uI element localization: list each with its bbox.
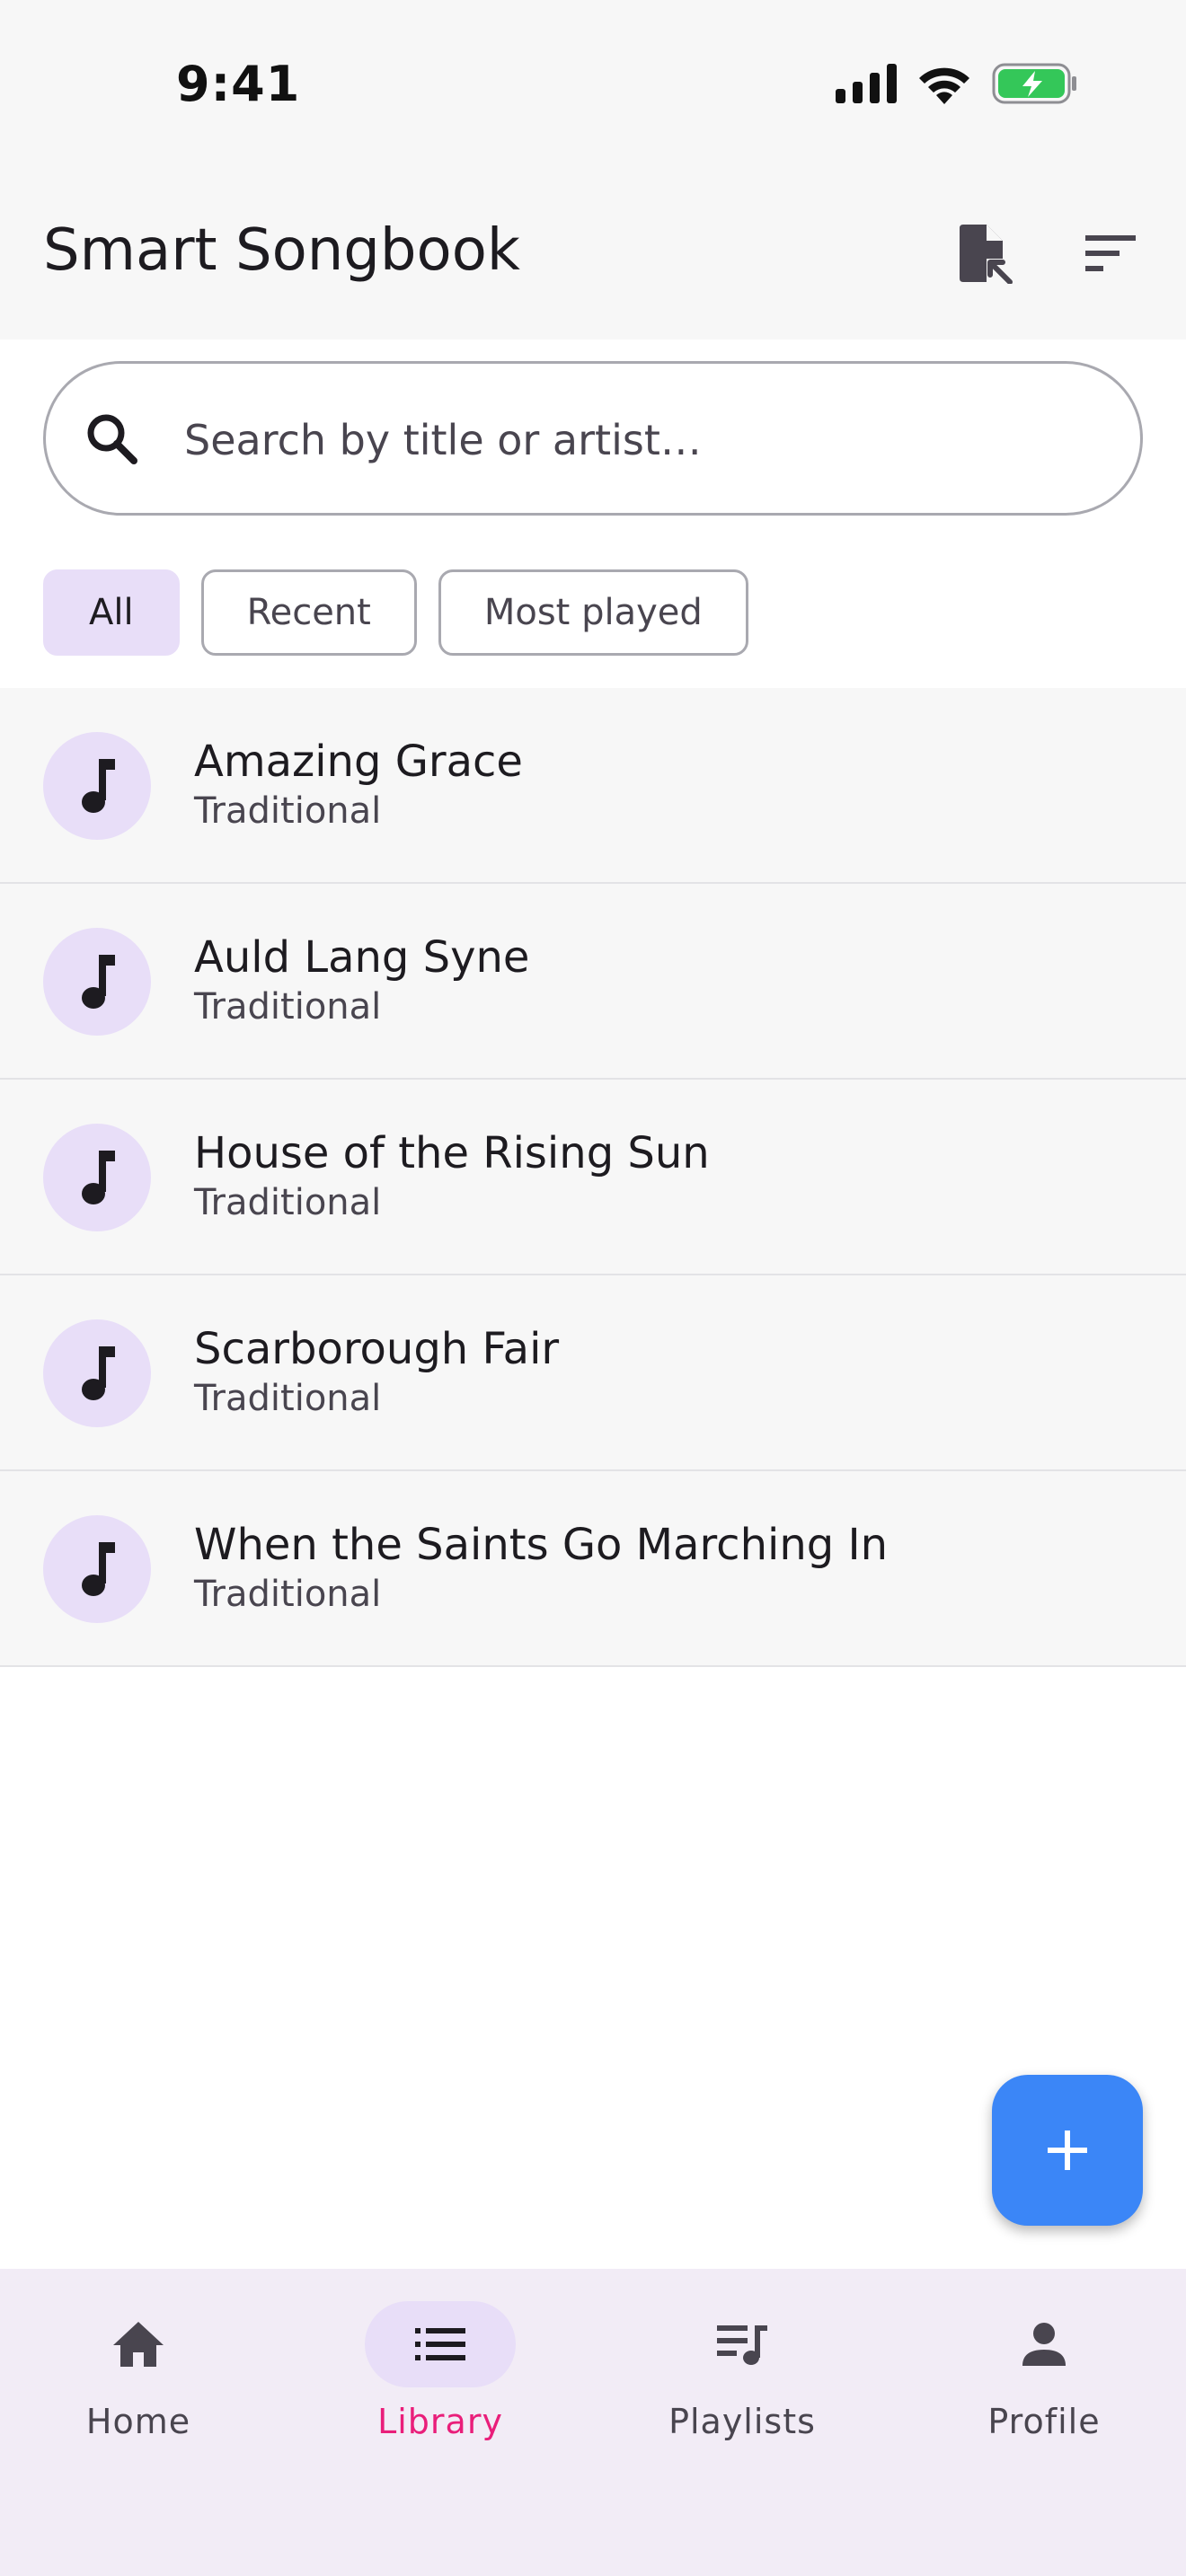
filter-chips: All Recent Most played [43,569,748,656]
song-artist: Traditional [194,1378,382,1419]
list-item[interactable]: Scarborough Fair Traditional [0,1275,1186,1471]
song-artist: Traditional [194,790,382,832]
file-import-icon [960,225,1013,284]
bottom-navigation: Home Library Playlists Profile [0,2269,1186,2576]
nav-label: Playlists [668,2402,816,2441]
home-icon [113,2322,164,2367]
song-artist: Traditional [194,1574,382,1615]
import-file-button[interactable] [942,210,1028,296]
status-icons [836,63,1078,104]
list-item[interactable]: Auld Lang Syne Traditional [0,884,1186,1080]
wifi-icon [919,67,969,104]
nav-indicator [667,2301,818,2387]
search-input[interactable] [184,400,1083,481]
sort-icon [1085,235,1136,271]
music-note-icon [82,759,115,813]
song-title: Scarborough Fair [194,1324,560,1374]
song-title: House of the Rising Sun [194,1128,710,1178]
music-note-icon [82,955,115,1009]
nav-indicator [365,2301,516,2387]
nav-item-library[interactable]: Library [323,2301,557,2481]
song-avatar [43,732,151,840]
music-note-icon [82,1151,115,1204]
signal-icon [836,64,897,103]
music-note-icon [82,1346,115,1400]
song-artist: Traditional [194,1182,382,1223]
list-item[interactable]: Amazing Grace Traditional [0,688,1186,884]
song-avatar [43,928,151,1036]
nav-item-profile[interactable]: Profile [927,2301,1161,2481]
search-icon [87,414,137,464]
list-item[interactable]: When the Saints Go Marching In Tradition… [0,1471,1186,1667]
list-icon [415,2328,465,2360]
music-note-icon [82,1542,115,1596]
filter-chip-all[interactable]: All [43,569,180,656]
song-avatar [43,1124,151,1231]
nav-label: Home [85,2402,191,2441]
battery-charging-icon [992,63,1076,104]
filter-chip-recent[interactable]: Recent [200,569,417,656]
nav-label: Profile [987,2402,1101,2441]
plus-icon [1048,2130,1087,2170]
sort-button[interactable] [1067,210,1154,296]
list-item[interactable]: House of the Rising Sun Traditional [0,1080,1186,1275]
nav-indicator [969,2301,1120,2387]
song-title: When the Saints Go Marching In [194,1520,889,1570]
queue-music-icon [717,2325,767,2365]
nav-indicator [63,2301,214,2387]
nav-item-home[interactable]: Home [22,2301,255,2481]
song-avatar [43,1515,151,1623]
nav-label: Library [377,2402,503,2441]
song-avatar [43,1319,151,1427]
song-title: Auld Lang Syne [194,932,530,983]
filter-chip-most-played[interactable]: Most played [438,569,748,656]
song-title: Amazing Grace [194,737,523,787]
song-list: Amazing Grace Traditional Auld Lang Syne… [0,688,1186,1667]
add-song-button[interactable] [992,2075,1143,2226]
status-time: 9:41 [176,56,301,112]
nav-item-playlists[interactable]: Playlists [625,2301,859,2481]
person-icon [1022,2323,1066,2366]
search-bar[interactable] [43,361,1143,516]
app-bar: Smart Songbook [0,171,1186,340]
status-bar: 9:41 [0,0,1186,171]
app-title: Smart Songbook [43,217,520,284]
song-artist: Traditional [194,986,382,1028]
